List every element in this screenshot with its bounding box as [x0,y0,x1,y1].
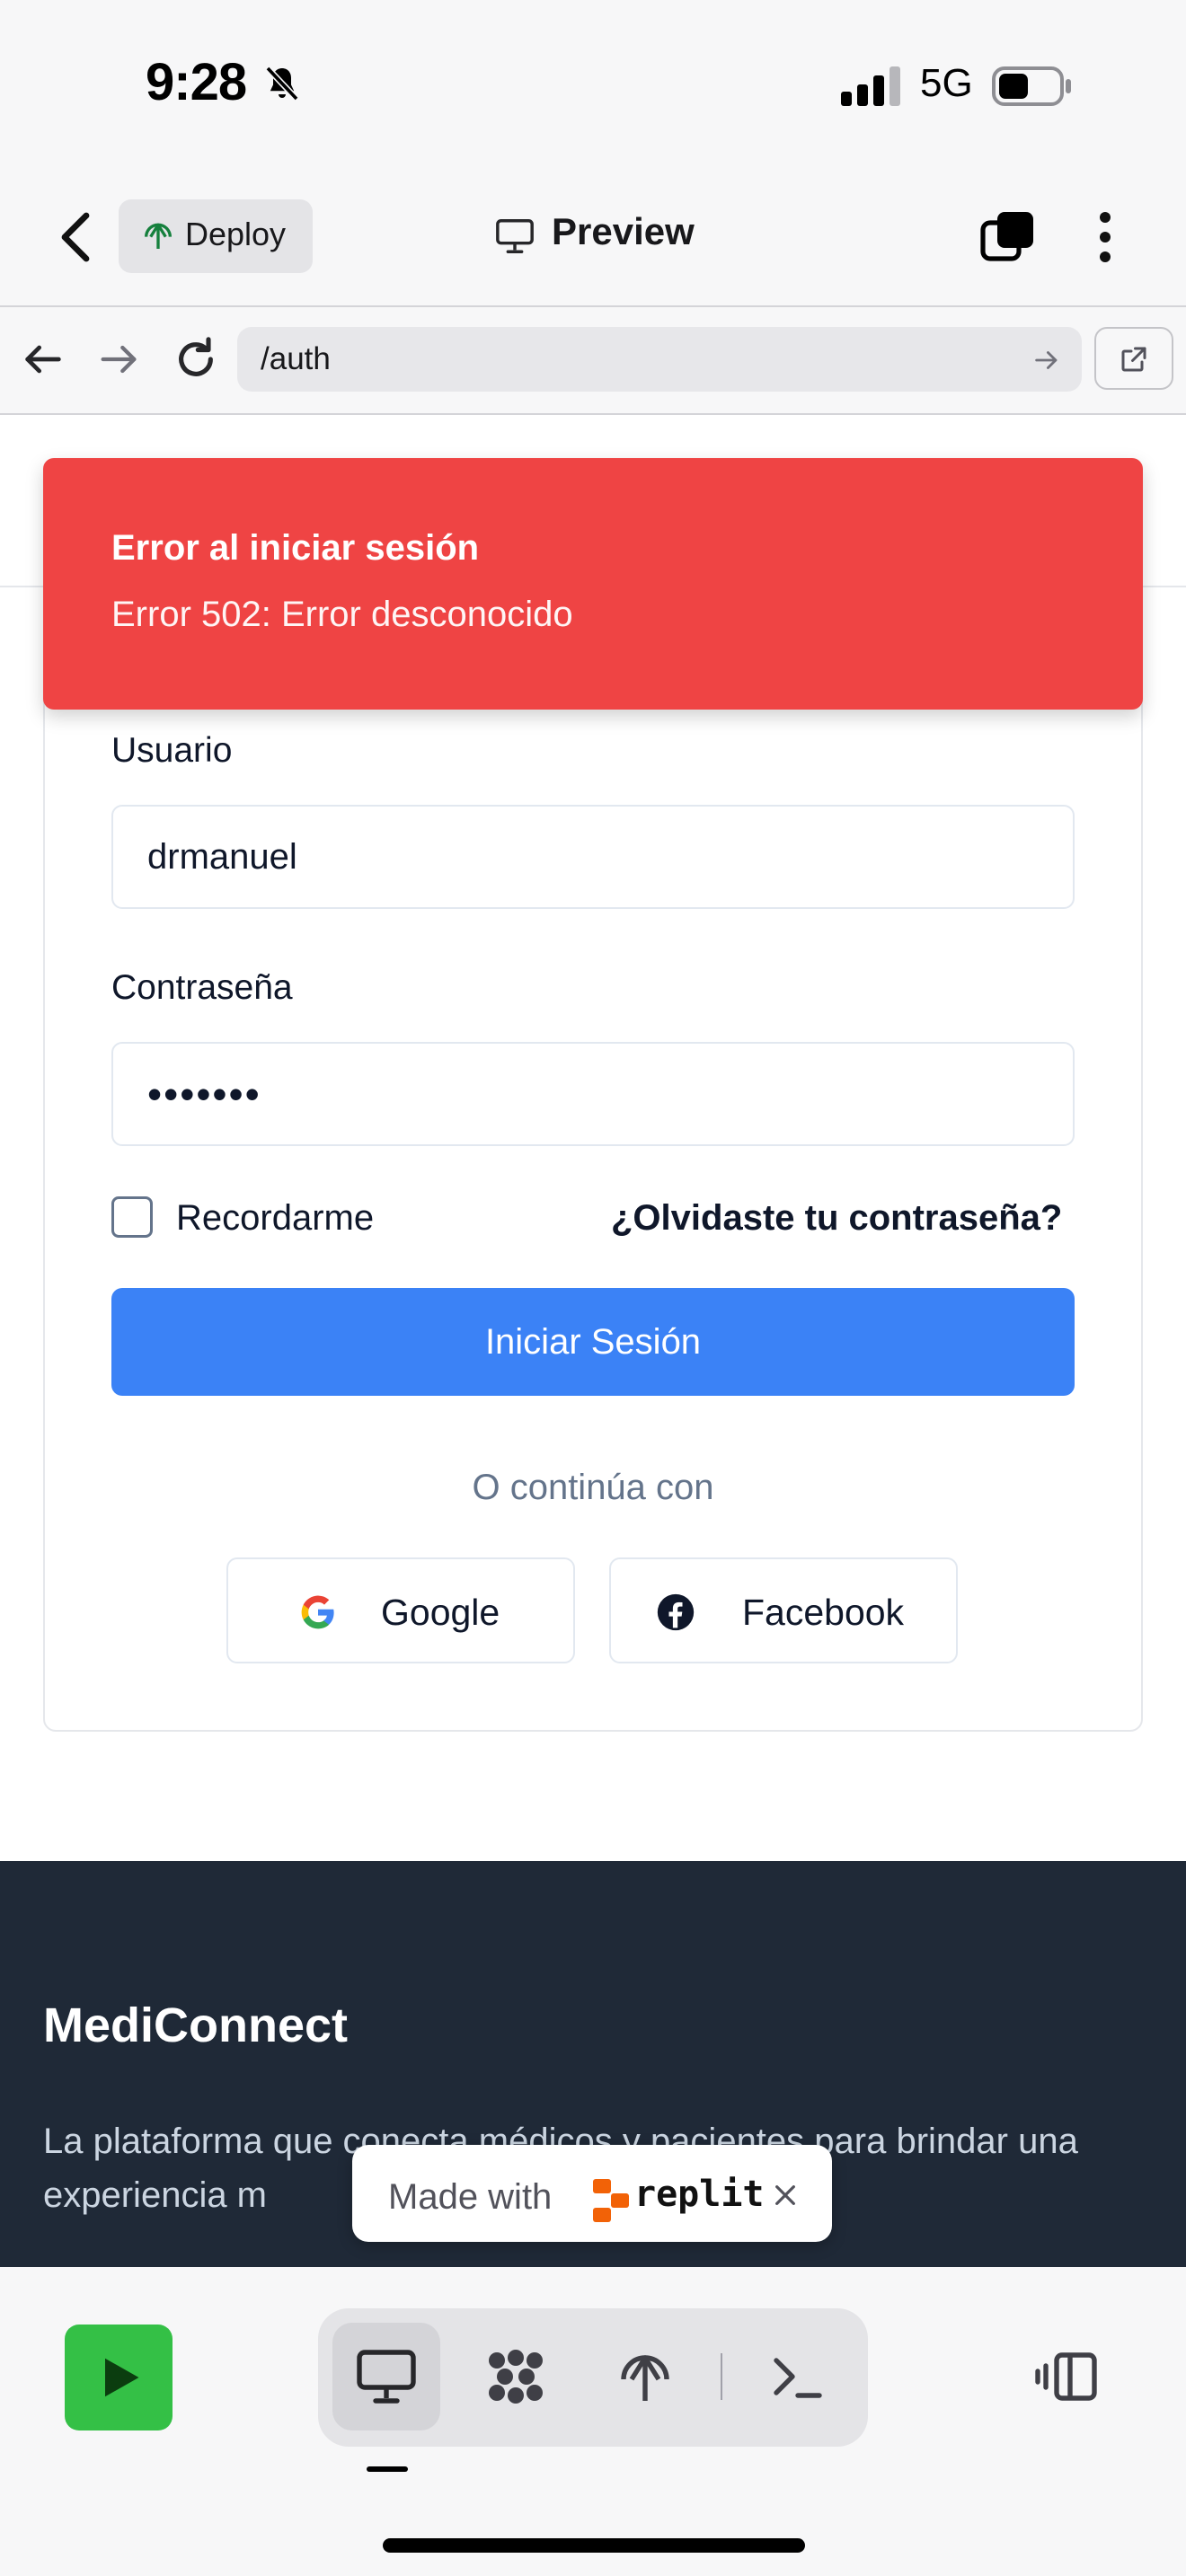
forgot-password-link[interactable]: ¿Olvidaste tu contraseña? [611,1198,1062,1239]
monitor-icon [496,219,534,253]
toast-title: Error al iniciar sesión [111,528,480,568]
google-button[interactable]: Google [226,1557,575,1663]
url-text: /auth [261,341,331,376]
go-arrow-icon[interactable] [1031,345,1062,375]
facebook-icon [657,1593,695,1631]
facebook-label: Facebook [742,1592,905,1633]
remember-label[interactable]: Recordarme [176,1198,374,1239]
deploy-label: Deploy [185,216,287,252]
remember-checkbox[interactable] [111,1196,153,1238]
play-icon [105,2358,139,2397]
network-type: 5G [920,61,973,105]
close-icon[interactable] [771,2181,800,2210]
password-input[interactable]: ••••••• [111,1042,1075,1146]
external-link-icon [1121,347,1146,372]
terminal-icon[interactable] [766,2344,830,2409]
google-label: Google [381,1592,500,1633]
run-button[interactable] [65,2325,173,2430]
username-label: Usuario [111,731,233,770]
battery-icon [992,66,1071,106]
sidebar-toggle-icon[interactable] [1035,2344,1100,2409]
error-toast [43,458,1143,710]
status-time: 9:28 [146,53,247,111]
monitor-icon [357,2350,416,2404]
deploy-icon [145,223,172,249]
google-icon [301,1595,334,1629]
replit-logo-icon [593,2179,629,2222]
bell-muted-icon [265,66,299,101]
open-external-button[interactable] [1094,327,1173,390]
url-field[interactable] [237,327,1082,392]
username-input[interactable] [111,805,1075,909]
facebook-button[interactable]: Facebook [609,1557,958,1663]
signal-icon [841,66,900,106]
more-vertical-icon[interactable] [1087,208,1123,266]
preview-title: Preview [552,210,695,252]
divider-text: O continúa con [472,1468,714,1507]
deploy-icon[interactable] [613,2344,677,2409]
made-with-label: Made with [388,2177,553,2217]
active-tab-indicator [367,2466,408,2472]
nav-forward-icon[interactable] [95,336,142,383]
nav-back-icon[interactable] [20,336,66,383]
back-chevron-icon[interactable] [47,201,106,273]
agent-icon[interactable] [483,2344,548,2409]
password-label: Contraseña [111,968,293,1007]
replit-wordmark: replit [634,2174,765,2215]
reload-icon[interactable] [171,334,221,384]
footer-brand: MediConnect [43,1998,349,2052]
toast-description: Error 502: Error desconocido [111,595,573,634]
toolbar-separator [721,2353,722,2400]
home-indicator [383,2538,805,2553]
login-button[interactable]: Iniciar Sesión [111,1288,1075,1396]
tabs-icon[interactable] [979,208,1037,266]
